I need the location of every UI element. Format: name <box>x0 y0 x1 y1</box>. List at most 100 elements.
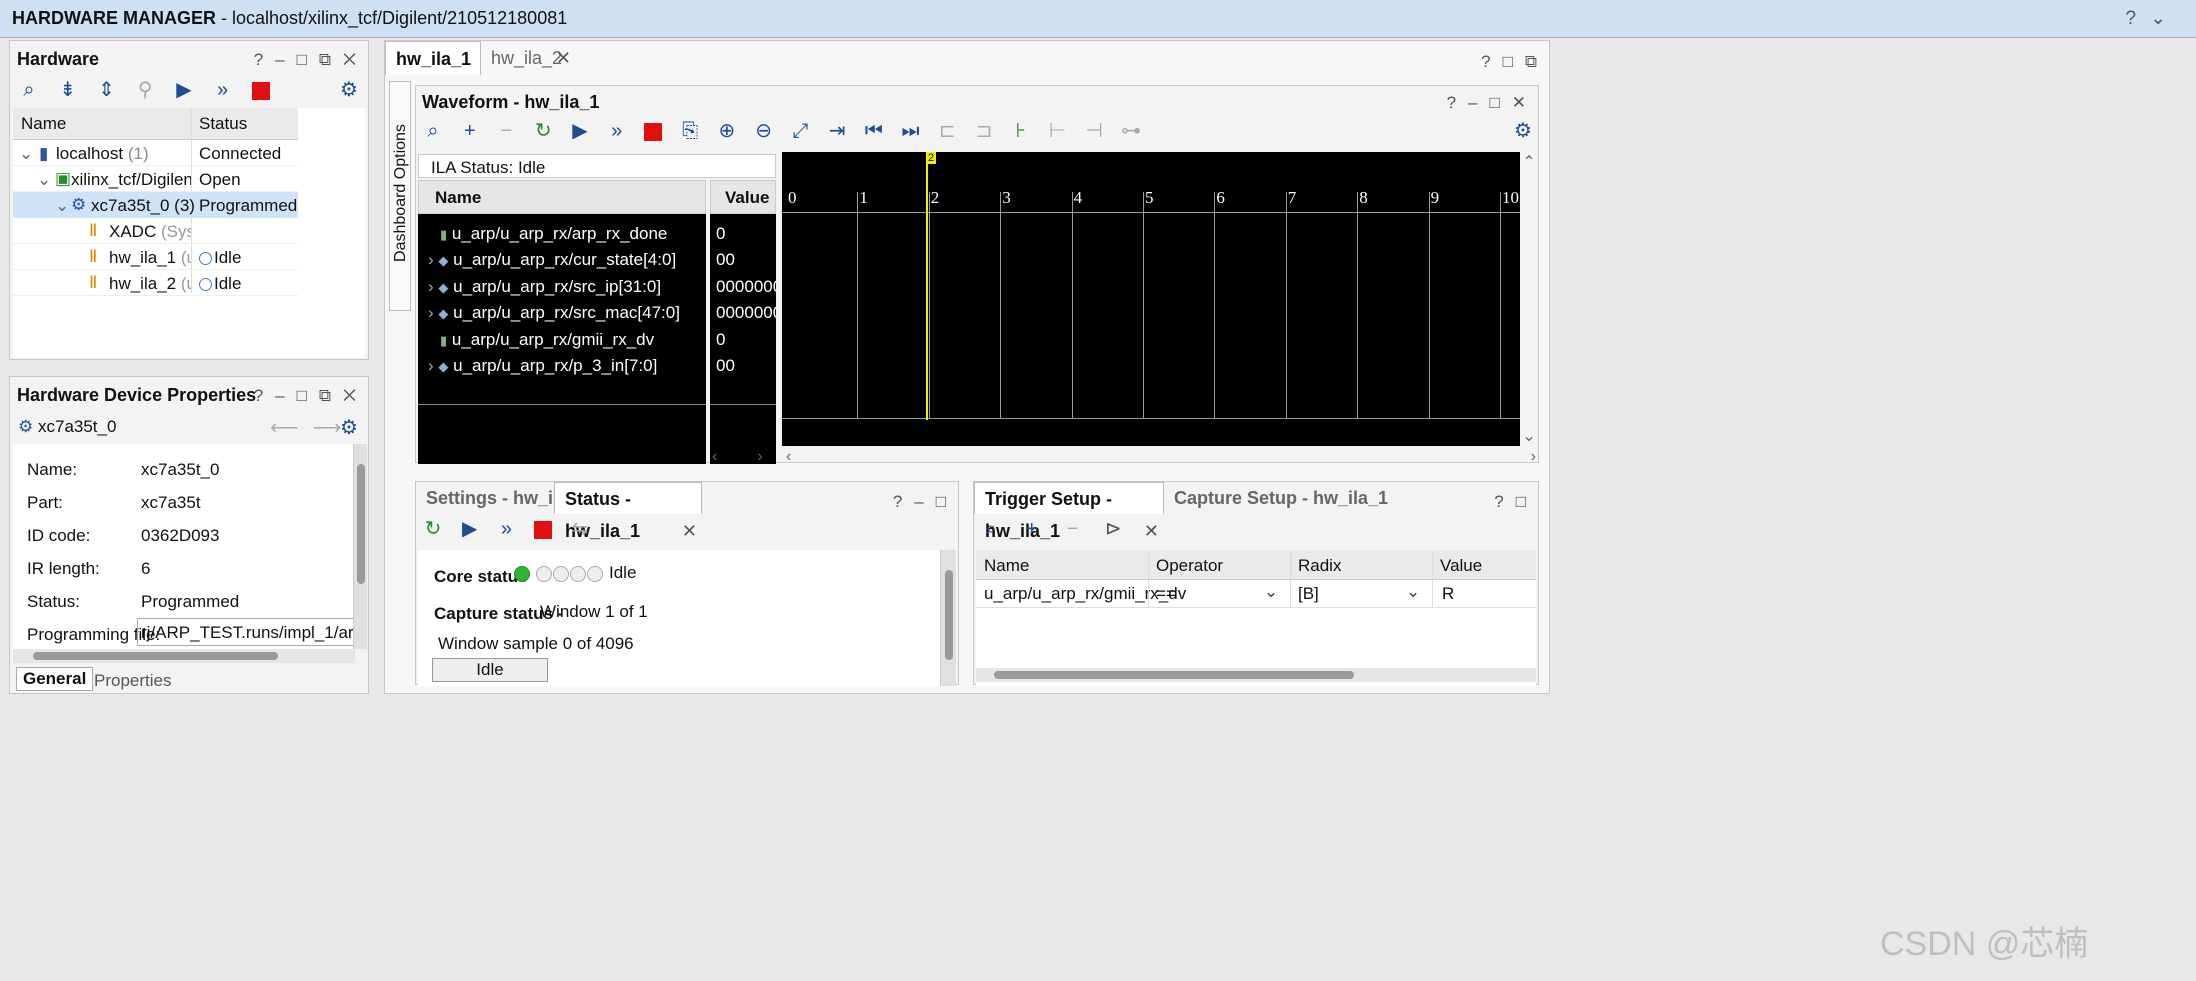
signal-row[interactable]: › ◆ u_arp/u_arp_rx/src_ip[31:0] <box>428 277 661 297</box>
tab-properties[interactable]: Properties <box>94 671 171 691</box>
run-trigger-icon[interactable]: ▶ <box>171 77 197 103</box>
close-icon: ✕ <box>555 48 571 68</box>
panel-window-icons[interactable]: ?‒□ <box>893 492 958 512</box>
expand-all-icon[interactable]: ⇕ <box>93 77 119 103</box>
signal-row[interactable]: ▮ u_arp/u_arp_rx/arp_rx_done <box>440 224 667 244</box>
logic-gate-icon[interactable]: ⊳ <box>1100 516 1126 542</box>
programming-file-field[interactable]: rj/ARP_TEST.runs/impl_1/arp_top.bit <box>137 618 355 646</box>
tab-status[interactable]: Status - hw_ila_1 ✕ <box>554 482 702 541</box>
trigger-table-header: Name Operator Radix Value <box>976 550 1536 580</box>
chevron-down-icon[interactable]: ⌄ <box>1406 582 1420 602</box>
trigger-row[interactable]: u_arp/u_arp_rx/gmii_rx_dv == ⌄ [B] ⌄ R <box>976 580 1536 608</box>
status-vscroll[interactable] <box>940 550 956 686</box>
panel-window-icons[interactable]: ?‒□✕ <box>1447 93 1538 113</box>
properties-list: Name: xc7a35t_0 Part: xc7a35t ID code: 0362… <box>13 444 355 649</box>
tree-row-hw-ila-1[interactable]: Ⅱ hw_ila_1 (u_ar Idle <box>13 244 298 270</box>
add-marker-icon[interactable]: ⊦ <box>1008 118 1034 144</box>
search-icon[interactable]: ⌕ <box>978 516 1004 542</box>
col-name[interactable]: Name <box>21 114 66 134</box>
tab-hw-ila-2[interactable]: hw_ila_2 ✕ <box>481 41 577 75</box>
watermark: CSDN @芯楠 <box>1880 925 2089 963</box>
zoom-in-icon[interactable]: ⊕ <box>714 118 740 144</box>
time-tick-label: 0 <box>788 188 797 207</box>
trigger-setup-panel: Trigger Setup - hw_ila_1 ✕ Capture Setup … <box>973 481 1539 686</box>
signal-row[interactable]: › ◆ u_arp/u_arp_rx/cur_state[4:0] <box>428 250 676 270</box>
col-status[interactable]: Status <box>199 114 247 134</box>
dashboard-options[interactable]: Dashboard Options <box>389 81 411 311</box>
search-icon[interactable]: ⌕ <box>16 77 42 103</box>
chip-icon: ⚙ <box>71 195 87 214</box>
names-header[interactable]: Name <box>418 180 706 214</box>
chevron-down-icon[interactable]: ⌄ <box>1264 582 1278 602</box>
gear-icon[interactable]: ⚙ <box>336 77 362 103</box>
go-to-end-icon[interactable]: ⏭ <box>898 118 924 144</box>
waveform-hscroll[interactable]: ‹ › <box>786 448 1536 466</box>
time-tick-label: 2 <box>930 188 940 207</box>
tab-capture-setup[interactable]: Capture Setup - hw_ila_1 <box>1164 482 1398 514</box>
zoom-out-icon[interactable]: ⊖ <box>751 118 777 144</box>
tree-row-device[interactable]: ⌄ ⚙ xc7a35t_0 (3) Programmed <box>13 192 298 218</box>
panel-window-icons[interactable]: ?□ <box>1494 492 1538 512</box>
help-icon[interactable]: ?⌄ <box>2126 7 2181 30</box>
collapse-all-icon[interactable]: ⇟ <box>55 77 81 103</box>
export-icon[interactable]: ⎘ <box>677 118 703 144</box>
signal-row[interactable]: ▮ u_arp/u_arp_rx/gmii_rx_dv <box>440 330 654 350</box>
signal-row[interactable]: › ◆ u_arp/u_arp_rx/src_mac[47:0] <box>428 303 680 323</box>
hardware-tree: Name Status ⌄ ▮ localhost (1) Connected … <box>13 108 365 358</box>
run-trigger-icon[interactable]: ▶ <box>567 118 593 144</box>
swap-cursors-icon: ⊶ <box>1120 120 1141 142</box>
run-trigger-icon[interactable]: ▶ <box>457 516 483 542</box>
next-transition-icon: ⊐ <box>975 120 993 142</box>
tab-general[interactable]: General <box>16 667 94 691</box>
run-immediate-icon[interactable]: » <box>604 118 630 144</box>
time-tick-label: 9 <box>1430 188 1440 207</box>
core-status-indicator: Idle <box>514 563 636 583</box>
go-to-start-icon[interactable]: ⏮ <box>861 118 887 144</box>
gear-icon[interactable]: ⚙ <box>1510 118 1536 144</box>
auto-retrigger-icon[interactable]: ↻ <box>530 118 556 144</box>
waveform-toolbar: ⌕ + − ↻ ▶ » ⎘ ⊕ ⊖ ⤢ ⇥ ⏮ ⏭ ⊏ ⊐ ⊦ ⊢ ⊣ ⊶ ⚙ <box>420 118 1536 150</box>
auto-retrigger-icon[interactable]: ↻ <box>420 516 446 542</box>
waveform-vscroll[interactable]: ⌃ ⌄ <box>1520 152 1538 446</box>
run-immediate-icon[interactable]: » <box>210 77 236 103</box>
properties-title: Hardware Device Properties <box>17 385 257 405</box>
panel-window-icons[interactable]: ?‒□⧉✕ <box>254 386 368 406</box>
idle-progress: Idle <box>432 658 548 682</box>
add-icon[interactable]: + <box>1019 516 1045 542</box>
editor-window-icons[interactable]: ?□⧉ <box>1481 52 1549 72</box>
signal-row[interactable]: › ◆ u_arp/u_arp_rx/p_3_in[7:0] <box>428 356 657 376</box>
tree-row-hw-ila-2[interactable]: Ⅱ hw_ila_2 (u_ila Idle <box>13 270 298 296</box>
waveform-canvas[interactable]: 0 1 2 3 4 5 6 7 8 9 10 2 <box>782 152 1520 446</box>
search-icon[interactable]: ⌕ <box>420 118 446 144</box>
wire-icon: ▮ <box>440 333 448 348</box>
trigger-hscroll[interactable] <box>976 668 1536 682</box>
next-marker-icon: ⊣ <box>1085 120 1103 142</box>
values-header[interactable]: Value <box>710 180 776 214</box>
tree-row-target[interactable]: ⌄ ▣ xilinx_tcf/Digilent/2 Open <box>13 166 298 192</box>
run-immediate-icon[interactable]: » <box>493 516 519 542</box>
properties-vscroll[interactable] <box>353 444 367 649</box>
auto-connect-icon: ⚲ <box>137 79 153 101</box>
stop-icon[interactable] <box>530 516 556 542</box>
marker-cursor[interactable] <box>926 152 928 420</box>
stop-icon[interactable] <box>248 77 274 103</box>
tab-hw-ila-1[interactable]: hw_ila_1✕ <box>385 41 481 103</box>
stop-icon[interactable] <box>640 118 666 144</box>
tree-row-localhost[interactable]: ⌄ ▮ localhost (1) Connected <box>13 140 298 166</box>
tab-trigger-setup[interactable]: Trigger Setup - hw_ila_1 ✕ <box>974 482 1164 541</box>
properties-hscroll[interactable] <box>13 649 355 663</box>
tree-row-xadc[interactable]: Ⅱ XADC (System <box>13 218 298 244</box>
zoom-fit-icon[interactable]: ⤢ <box>787 118 813 144</box>
time-gridline <box>1500 192 1501 418</box>
time-gridline <box>928 192 930 418</box>
value-field[interactable]: R <box>1442 584 1454 604</box>
time-tick-label: 10 <box>1502 188 1519 207</box>
operator-select[interactable]: == <box>1156 584 1176 604</box>
chip-icon: ⚙ <box>18 417 34 436</box>
go-to-cursor-icon[interactable]: ⇥ <box>824 118 850 144</box>
add-icon[interactable]: + <box>457 118 483 144</box>
gear-icon[interactable]: ⚙ <box>340 415 358 440</box>
radix-select[interactable]: [B] <box>1298 584 1319 604</box>
panel-window-icons[interactable]: ?‒□⧉✕ <box>254 50 368 70</box>
bus-icon: ◆ <box>438 280 449 295</box>
